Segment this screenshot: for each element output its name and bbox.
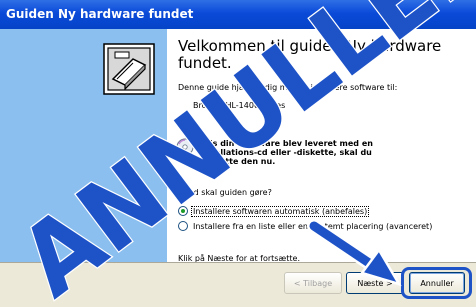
annuller-overlay-text: ANNULLER <box>0 0 476 307</box>
annuller-overlay: ANNULLER <box>0 0 476 307</box>
arrow-icon <box>307 219 402 287</box>
wizard-window: Guiden Ny hardware fundet Velkommen til … <box>0 0 476 307</box>
